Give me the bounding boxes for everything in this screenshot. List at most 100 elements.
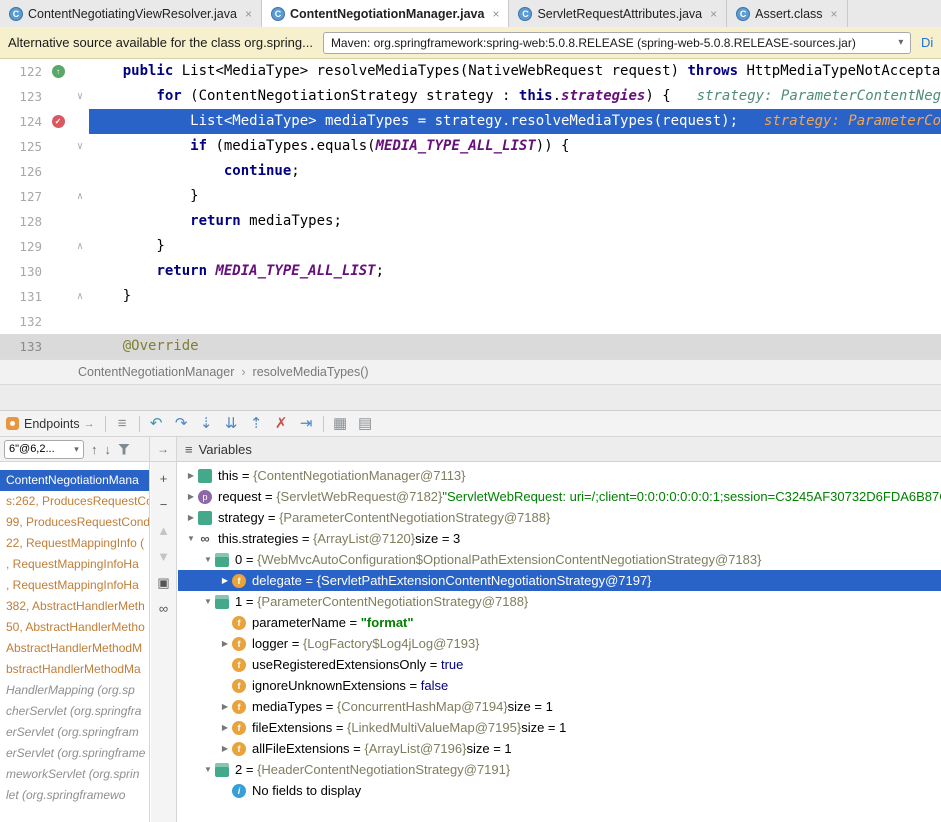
variable-row[interactable]: ▶this = {ContentNegotiationManager@7113} [178, 465, 941, 486]
code-line[interactable]: 126 continue; [0, 159, 941, 184]
run-to-cursor-icon[interactable]: ⇥ [294, 411, 319, 436]
chevron-down-icon[interactable]: ▾ [892, 37, 910, 48]
previous-frame-button[interactable]: ↑ [91, 442, 98, 457]
tab-close-icon[interactable]: × [492, 7, 499, 21]
code-line[interactable]: 125∨ if (mediaTypes.equals(MEDIA_TYPE_AL… [0, 134, 941, 159]
fold-marker-icon[interactable]: ∨ [71, 84, 89, 109]
frame-row[interactable]: ContentNegotiationMana [0, 470, 149, 491]
layout-settings-icon[interactable]: ▤ [353, 411, 378, 436]
force-step-into-icon[interactable]: ⇊ [219, 411, 244, 436]
variable-row[interactable]: ▶prequest = {ServletWebRequest@7182} "Se… [178, 486, 941, 507]
frame-row[interactable]: HandlerMapping (org.sp [0, 680, 149, 701]
disable-link[interactable]: Di [921, 35, 933, 50]
variable-row[interactable]: ▶fallFileExtensions = {ArrayList@7196} s… [178, 738, 941, 759]
frame-row[interactable]: bstractHandlerMethodMa [0, 659, 149, 680]
expand-icon[interactable]: ▶ [184, 513, 198, 522]
variable-name: allFileExtensions [252, 741, 350, 756]
expand-icon[interactable]: ▶ [218, 639, 232, 648]
fold-marker-icon[interactable]: ∧ [71, 234, 89, 259]
step-over-icon[interactable]: ↷ [169, 411, 194, 436]
show-watches-toggle[interactable]: ∞ [159, 602, 168, 615]
step-into-icon[interactable]: ⇣ [194, 411, 219, 436]
expand-icon[interactable]: ▶ [218, 723, 232, 732]
frame-row[interactable]: 382, AbstractHandlerMeth [0, 596, 149, 617]
add-to-watches-icon[interactable]: → [157, 442, 169, 456]
collapse-icon[interactable]: ▼ [201, 597, 215, 606]
collapse-icon[interactable]: ▼ [201, 765, 215, 774]
variable-row[interactable]: fuseRegisteredExtensionsOnly = true [178, 654, 941, 675]
expand-icon[interactable]: ▶ [218, 744, 232, 753]
editor-tab[interactable]: CServletRequestAttributes.java× [509, 0, 727, 27]
collapse-icon[interactable]: ▼ [184, 534, 198, 543]
expand-icon[interactable]: ▶ [218, 702, 232, 711]
implements-method-icon[interactable]: ↑ [52, 65, 65, 78]
frame-row[interactable]: erServlet (org.springfram [0, 722, 149, 743]
variable-row[interactable]: fignoreUnknownExtensions = false [178, 675, 941, 696]
tab-close-icon[interactable]: × [710, 7, 717, 21]
endpoints-tab[interactable]: Endpoints [24, 417, 80, 431]
code-line[interactable]: 130 return MEDIA_TYPE_ALL_LIST; [0, 259, 941, 284]
breadcrumb-class[interactable]: ContentNegotiationManager [78, 365, 234, 379]
variable-row[interactable]: ▶strategy = {ParameterContentNegotiation… [178, 507, 941, 528]
thread-selector[interactable]: 6"@6,2... ▾ [4, 440, 84, 459]
frame-row[interactable]: let (org.springframewo [0, 785, 149, 806]
fold-marker-icon[interactable]: ∨ [71, 134, 89, 159]
expand-icon[interactable]: ▶ [218, 576, 232, 585]
variable-row[interactable]: ▼0 = {WebMvcAutoConfiguration$OptionalPa… [178, 549, 941, 570]
frame-row[interactable]: , RequestMappingInfoHa [0, 554, 149, 575]
frame-row[interactable]: 50, AbstractHandlerMetho [0, 617, 149, 638]
step-out-icon[interactable]: ⇡ [244, 411, 269, 436]
alternative-source-select[interactable]: Maven: org.springframework:spring-web:5.… [323, 32, 911, 54]
code-line[interactable]: 133 @Override [0, 334, 941, 359]
variable-row[interactable]: ▼2 = {HeaderContentNegotiationStrategy@7… [178, 759, 941, 780]
expand-icon[interactable]: ▶ [184, 492, 198, 501]
fold-marker-icon[interactable]: ∧ [71, 284, 89, 309]
code-line[interactable]: 122↑ public List<MediaType> resolveMedia… [0, 59, 941, 84]
add-watch-button[interactable]: + [160, 472, 168, 485]
code-line[interactable]: 127∧ } [0, 184, 941, 209]
layout-grid-icon[interactable]: ▦ [328, 411, 353, 436]
frame-row[interactable]: , RequestMappingInfoHa [0, 575, 149, 596]
code-line[interactable]: 129∧ } [0, 234, 941, 259]
variable-row[interactable]: fparameterName = "format" [178, 612, 941, 633]
variable-row[interactable]: ▼1 = {ParameterContentNegotiationStrateg… [178, 591, 941, 612]
code-line[interactable]: 124✓ List<MediaType> mediaTypes = strate… [0, 109, 941, 134]
frame-row[interactable]: cherServlet (org.springfra [0, 701, 149, 722]
drop-frame-icon[interactable]: ✗ [269, 411, 294, 436]
variable-row[interactable]: ▶fdelegate = {ServletPathExtensionConten… [178, 570, 941, 591]
breakpoint-icon[interactable]: ✓ [52, 115, 65, 128]
next-frame-button[interactable]: ↓ [105, 442, 112, 457]
frame-row[interactable]: 99, ProducesRequestCond [0, 512, 149, 533]
hide-frames-filter-icon[interactable] [118, 444, 130, 455]
frame-row[interactable]: meworkServlet (org.sprin [0, 764, 149, 785]
code-line[interactable]: 128 return mediaTypes; [0, 209, 941, 234]
frame-row[interactable]: 22, RequestMappingInfo ( [0, 533, 149, 554]
variable-row[interactable]: iNo fields to display [178, 780, 941, 801]
variable-row[interactable]: ▶fmediaTypes = {ConcurrentHashMap@7194} … [178, 696, 941, 717]
code-line[interactable]: 131∧ } [0, 284, 941, 309]
expand-icon[interactable]: ▶ [184, 471, 198, 480]
breadcrumb-method[interactable]: resolveMediaTypes() [253, 365, 369, 379]
frame-row[interactable]: erServlet (org.springframe [0, 743, 149, 764]
collapse-icon[interactable]: ▼ [201, 555, 215, 564]
menu-icon[interactable]: ≡ [185, 442, 193, 457]
tab-close-icon[interactable]: × [831, 7, 838, 21]
frame-row[interactable]: AbstractHandlerMethodM [0, 638, 149, 659]
tab-close-icon[interactable]: × [245, 7, 252, 21]
duplicate-watch-button[interactable]: ▣ [157, 576, 169, 589]
menu-icon[interactable]: ≡ [110, 411, 135, 436]
editor-tab[interactable]: CContentNegotiationManager.java× [262, 0, 510, 27]
frame-row[interactable]: s:262, ProducesRequestCo [0, 491, 149, 512]
variable-row[interactable]: ▶flogger = {LogFactory$Log4jLog@7193} [178, 633, 941, 654]
show-execution-point-icon[interactable]: ↶ [144, 411, 169, 436]
code-editor[interactable]: 122↑ public List<MediaType> resolveMedia… [0, 59, 941, 359]
variable-row[interactable]: ▶ffileExtensions = {LinkedMultiValueMap@… [178, 717, 941, 738]
editor-tab[interactable]: CContentNegotiatingViewResolver.java× [0, 0, 262, 27]
code-line[interactable]: 132 [0, 309, 941, 334]
variable-row[interactable]: ▼∞this.strategies = {ArrayList@7120} siz… [178, 528, 941, 549]
remove-watch-button[interactable]: − [160, 498, 168, 511]
editor-tab[interactable]: CAssert.class× [727, 0, 847, 27]
fold-marker-icon[interactable]: ∧ [71, 184, 89, 209]
code-line[interactable]: 123∨ for (ContentNegotiationStrategy str… [0, 84, 941, 109]
chevron-down-icon[interactable]: ▾ [70, 444, 83, 455]
